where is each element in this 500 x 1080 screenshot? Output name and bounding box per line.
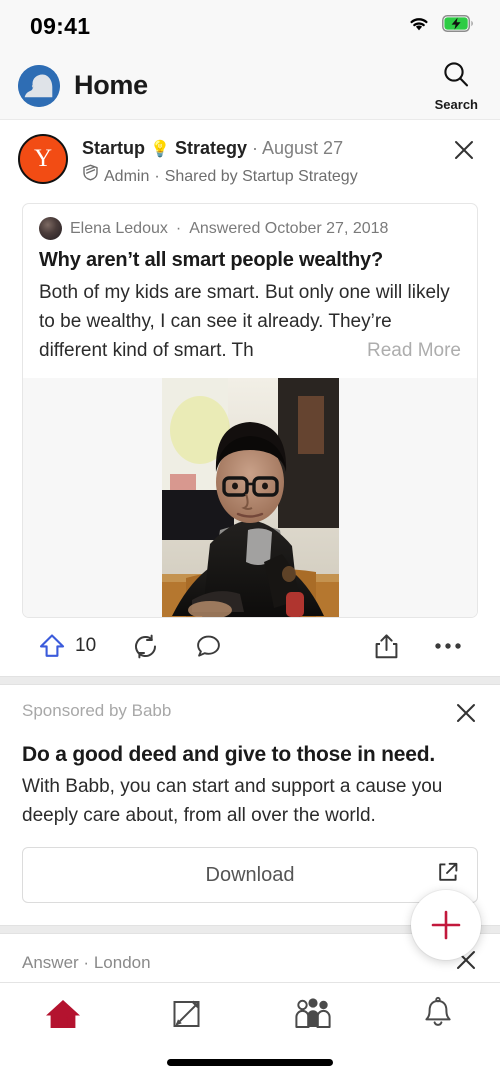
feed-post: Y Startup 💡 Strategy · August 27 Admin ·… — [0, 120, 500, 676]
search-button[interactable]: Search — [435, 59, 478, 112]
share-upload-icon — [375, 633, 398, 658]
answer-author[interactable]: Elena Ledoux — [70, 220, 168, 238]
separator-dot: · — [154, 167, 160, 185]
ad-description: With Babb, you can start and support a c… — [22, 776, 443, 826]
bottom-navigation — [0, 982, 500, 1080]
tab-home[interactable] — [0, 983, 125, 1045]
separator-dot: · — [83, 952, 90, 972]
answer-card[interactable]: Elena Ledoux · Answered October 27, 2018… — [22, 203, 478, 618]
post-role-line: Admin · Shared by Startup Strategy — [82, 164, 446, 189]
question-title[interactable]: Why aren’t all smart people wealthy? — [39, 249, 461, 272]
repost-button[interactable] — [132, 633, 159, 660]
comment-button[interactable] — [195, 633, 222, 660]
tab-notifications[interactable] — [375, 983, 500, 1045]
shield-badge-icon — [82, 164, 99, 189]
person-in-black-jacket-photo — [161, 378, 339, 617]
tab-spaces[interactable] — [250, 983, 375, 1045]
post-space-line: Startup 💡 Strategy · August 27 — [82, 136, 446, 162]
sponsored-label: Sponsored by Babb — [22, 701, 172, 720]
post-shared-by: Shared by Startup Strategy — [164, 167, 358, 185]
next-post-meta: Answer · London — [22, 953, 151, 973]
answer-meta: Elena Ledoux · Answered October 27, 2018 — [39, 217, 461, 240]
ad-headline: Do a good deed and give to those in need… — [22, 743, 435, 766]
answer-image-container[interactable] — [23, 378, 477, 617]
bell-icon — [424, 996, 451, 1026]
upvote-count: 10 — [75, 635, 97, 656]
dismiss-post-button[interactable] — [446, 132, 482, 173]
feed-separator — [0, 676, 500, 685]
write-pencil-icon — [173, 1000, 199, 1027]
dismiss-ad-button[interactable] — [454, 701, 478, 730]
post-role: Admin — [104, 167, 150, 185]
search-label: Search — [434, 97, 478, 112]
more-options-button[interactable] — [434, 641, 462, 651]
home-indicator — [167, 1059, 333, 1066]
status-indicators — [408, 15, 474, 37]
status-time: 09:41 — [30, 12, 91, 39]
post-header: Y Startup 💡 Strategy · August 27 Admin ·… — [18, 134, 482, 189]
tab-write[interactable] — [125, 983, 250, 1045]
next-post-kind: Answer — [22, 952, 79, 972]
spaces-people-icon — [294, 998, 331, 1028]
next-post-location: London — [93, 952, 151, 972]
page-title: Home — [74, 70, 148, 100]
close-icon — [457, 704, 475, 722]
repost-icon — [135, 634, 157, 658]
space-name-2[interactable]: Strategy — [175, 138, 247, 158]
space-avatar[interactable]: Y — [18, 134, 68, 184]
close-icon — [455, 141, 473, 159]
wifi-icon — [408, 15, 430, 37]
search-icon — [440, 59, 472, 96]
app-root: 09:41 Home Search Y Startup 💡 Strategy ·… — [0, 0, 500, 1080]
separator-dot: · — [175, 219, 182, 237]
app-header: Home Search — [0, 52, 500, 120]
profile-silhouette-logo[interactable] — [18, 64, 60, 107]
plus-icon — [431, 910, 461, 940]
more-dots-icon — [435, 643, 461, 649]
home-icon — [45, 1000, 80, 1028]
create-post-fab[interactable] — [411, 890, 481, 960]
space-name[interactable]: Startup — [82, 138, 145, 158]
ad-cta-label: Download — [205, 863, 295, 886]
share-button[interactable] — [373, 633, 400, 660]
separator-dot: · — [252, 138, 258, 158]
sponsored-ad: Sponsored by Babb Do a good deed and giv… — [0, 685, 500, 925]
read-more-link[interactable]: Read More — [321, 336, 461, 365]
post-date: August 27 — [262, 138, 344, 158]
space-avatar-letter: Y — [33, 145, 53, 172]
post-actions: 10 — [18, 618, 482, 676]
answer-body: Both of my kids are smart. But only one … — [39, 278, 461, 365]
external-link-icon — [437, 861, 459, 889]
battery-charging-icon — [442, 15, 474, 37]
answered-date: Answered October 27, 2018 — [189, 219, 389, 237]
upvote-button[interactable]: 10 — [38, 632, 96, 660]
author-avatar[interactable] — [39, 217, 62, 240]
upvote-arrow-icon — [39, 634, 65, 657]
comment-bubble-icon — [197, 635, 220, 657]
ad-download-button[interactable]: Download — [22, 847, 478, 903]
status-bar: 09:41 — [0, 0, 500, 52]
lightbulb-icon: 💡 — [150, 141, 170, 158]
feed-scroll-area[interactable]: Y Startup 💡 Strategy · August 27 Admin ·… — [0, 120, 500, 982]
